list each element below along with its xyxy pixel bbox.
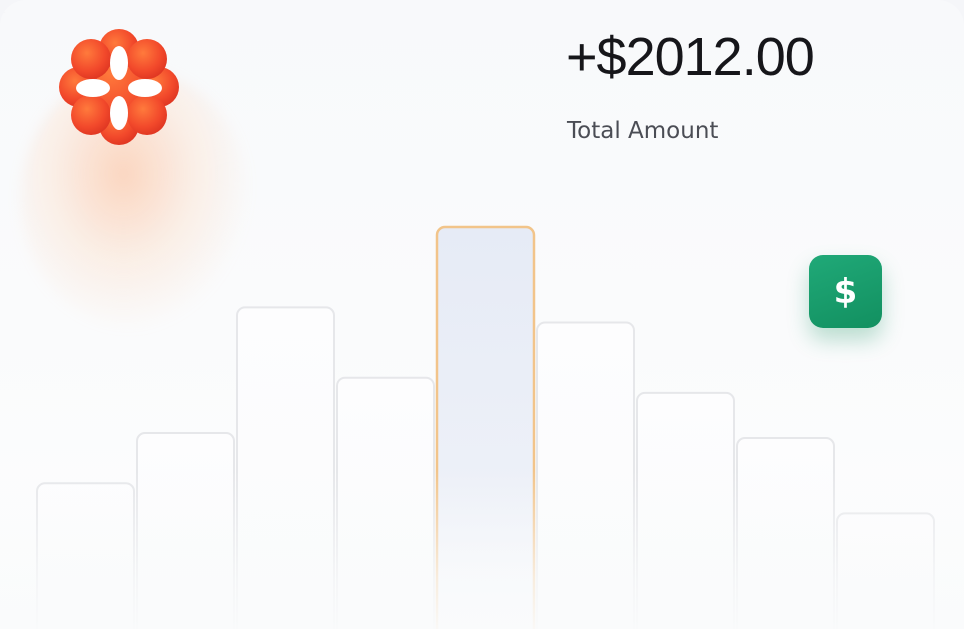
chart-bar[interactable] (836, 512, 935, 629)
chart-bar-highlighted[interactable] (435, 225, 536, 629)
bars-group (36, 225, 935, 629)
dollar-icon: $ (833, 271, 858, 312)
chart-bar[interactable] (536, 321, 635, 629)
total-amount-label: Total Amount (567, 118, 719, 144)
chart-bar[interactable] (236, 306, 335, 629)
chart-bar[interactable] (636, 391, 735, 629)
amount-card: +$2012.00 Total Amount $ (0, 0, 964, 629)
flower-logo-icon[interactable] (55, 27, 183, 147)
dollar-badge[interactable]: $ (809, 255, 882, 328)
chart-bar[interactable] (136, 432, 235, 629)
chart-bar[interactable] (336, 376, 435, 629)
chart-bottom-fade (0, 470, 964, 629)
chart-bar[interactable] (736, 437, 835, 629)
chart-bar[interactable] (36, 482, 135, 629)
total-amount-value: +$2012.00 (566, 27, 815, 87)
